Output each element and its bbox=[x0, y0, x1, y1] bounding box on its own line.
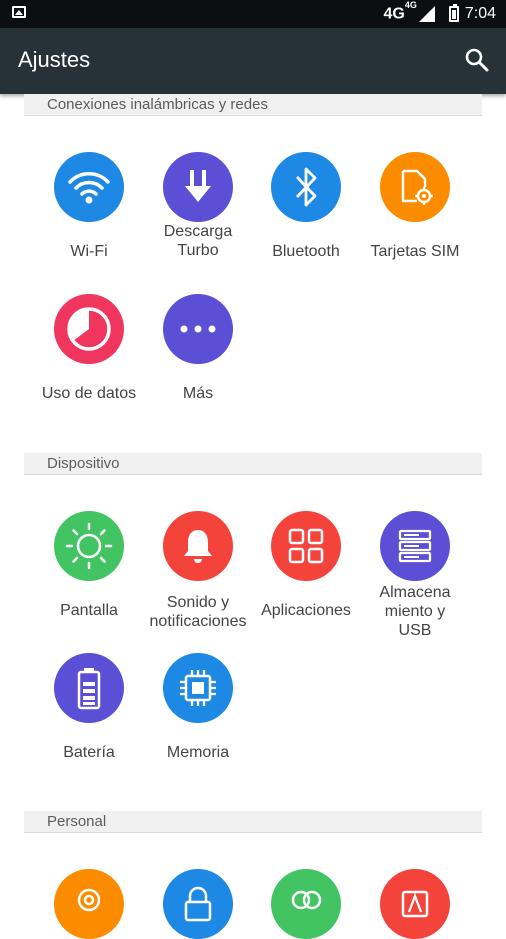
section-header-wireless: Conexiones inalámbricas y redes bbox=[24, 94, 482, 116]
storage-icon bbox=[380, 511, 450, 581]
settings-item-storage[interactable]: Almacena miento y USB bbox=[361, 511, 469, 640]
settings-item-label: Batería bbox=[63, 744, 115, 761]
settings-item-label: Aplicaciones bbox=[261, 602, 351, 619]
battery-icon bbox=[54, 653, 124, 723]
settings-item-wifi[interactable]: Wi-Fi bbox=[35, 152, 143, 261]
section-header-personal: Personal bbox=[24, 811, 482, 833]
status-indicators: 4G4G 7:04 bbox=[383, 0, 497, 24]
settings-item-accounts[interactable] bbox=[252, 869, 360, 939]
search-icon bbox=[465, 48, 489, 72]
settings-item-sound[interactable]: Sonido y notificaciones bbox=[144, 511, 252, 631]
bell-icon bbox=[163, 511, 233, 581]
settings-item-location[interactable] bbox=[35, 869, 143, 939]
data-usage-icon bbox=[54, 294, 124, 364]
settings-item-label: Tarjetas SIM bbox=[370, 243, 460, 260]
accounts-icon bbox=[271, 869, 341, 939]
network-type: 4G4G bbox=[383, 0, 417, 23]
settings-item-label: Pantalla bbox=[60, 602, 118, 619]
signal-icon bbox=[418, 6, 435, 22]
settings-item-battery[interactable]: Batería bbox=[35, 653, 143, 762]
settings-item-descarga-turbo[interactable]: Descarga Turbo bbox=[144, 152, 252, 260]
settings-item-data-usage[interactable]: Uso de datos bbox=[35, 294, 143, 403]
settings-item-label: Almacena miento y USB bbox=[379, 584, 451, 639]
app-bar: Ajustes bbox=[0, 28, 506, 94]
more-dots-icon bbox=[163, 294, 233, 364]
settings-item-label: Uso de datos bbox=[41, 385, 137, 402]
settings-item-bluetooth[interactable]: Bluetooth bbox=[252, 152, 360, 261]
settings-item-label: Wi-Fi bbox=[70, 243, 108, 260]
settings-item-label: Más bbox=[182, 385, 214, 402]
settings-item-label: Sonido y notificaciones bbox=[149, 594, 247, 630]
settings-item-security[interactable] bbox=[144, 869, 252, 939]
language-icon bbox=[380, 869, 450, 939]
page-title: Ajustes bbox=[18, 47, 91, 72]
memory-chip-icon bbox=[163, 653, 233, 723]
settings-item-label: Memoria bbox=[166, 744, 230, 761]
settings-item-label: Descarga Turbo bbox=[163, 223, 233, 259]
gallery-notification-icon bbox=[12, 6, 26, 18]
settings-item-sim-cards[interactable]: Tarjetas SIM bbox=[361, 152, 469, 261]
settings-item-language[interactable] bbox=[361, 869, 469, 939]
settings-item-display[interactable]: Pantalla bbox=[35, 511, 143, 620]
apps-grid-icon bbox=[271, 511, 341, 581]
settings-item-label: Bluetooth bbox=[272, 243, 340, 260]
settings-item-applications[interactable]: Aplicaciones bbox=[252, 511, 360, 620]
wifi-icon bbox=[54, 152, 124, 222]
sim-card-icon bbox=[380, 152, 450, 222]
status-bar: 4G4G 7:04 bbox=[0, 0, 506, 28]
bluetooth-icon bbox=[271, 152, 341, 222]
location-icon bbox=[54, 869, 124, 939]
settings-item-memory[interactable]: Memoria bbox=[144, 653, 252, 762]
brightness-icon bbox=[54, 511, 124, 581]
search-button[interactable] bbox=[464, 47, 490, 73]
battery-status-icon bbox=[448, 4, 459, 22]
clock: 7:04 bbox=[464, 5, 496, 22]
lock-icon bbox=[163, 869, 233, 939]
download-arrow-icon bbox=[163, 152, 233, 222]
section-header-device: Dispositivo bbox=[24, 453, 482, 475]
settings-item-more[interactable]: Más bbox=[144, 294, 252, 403]
